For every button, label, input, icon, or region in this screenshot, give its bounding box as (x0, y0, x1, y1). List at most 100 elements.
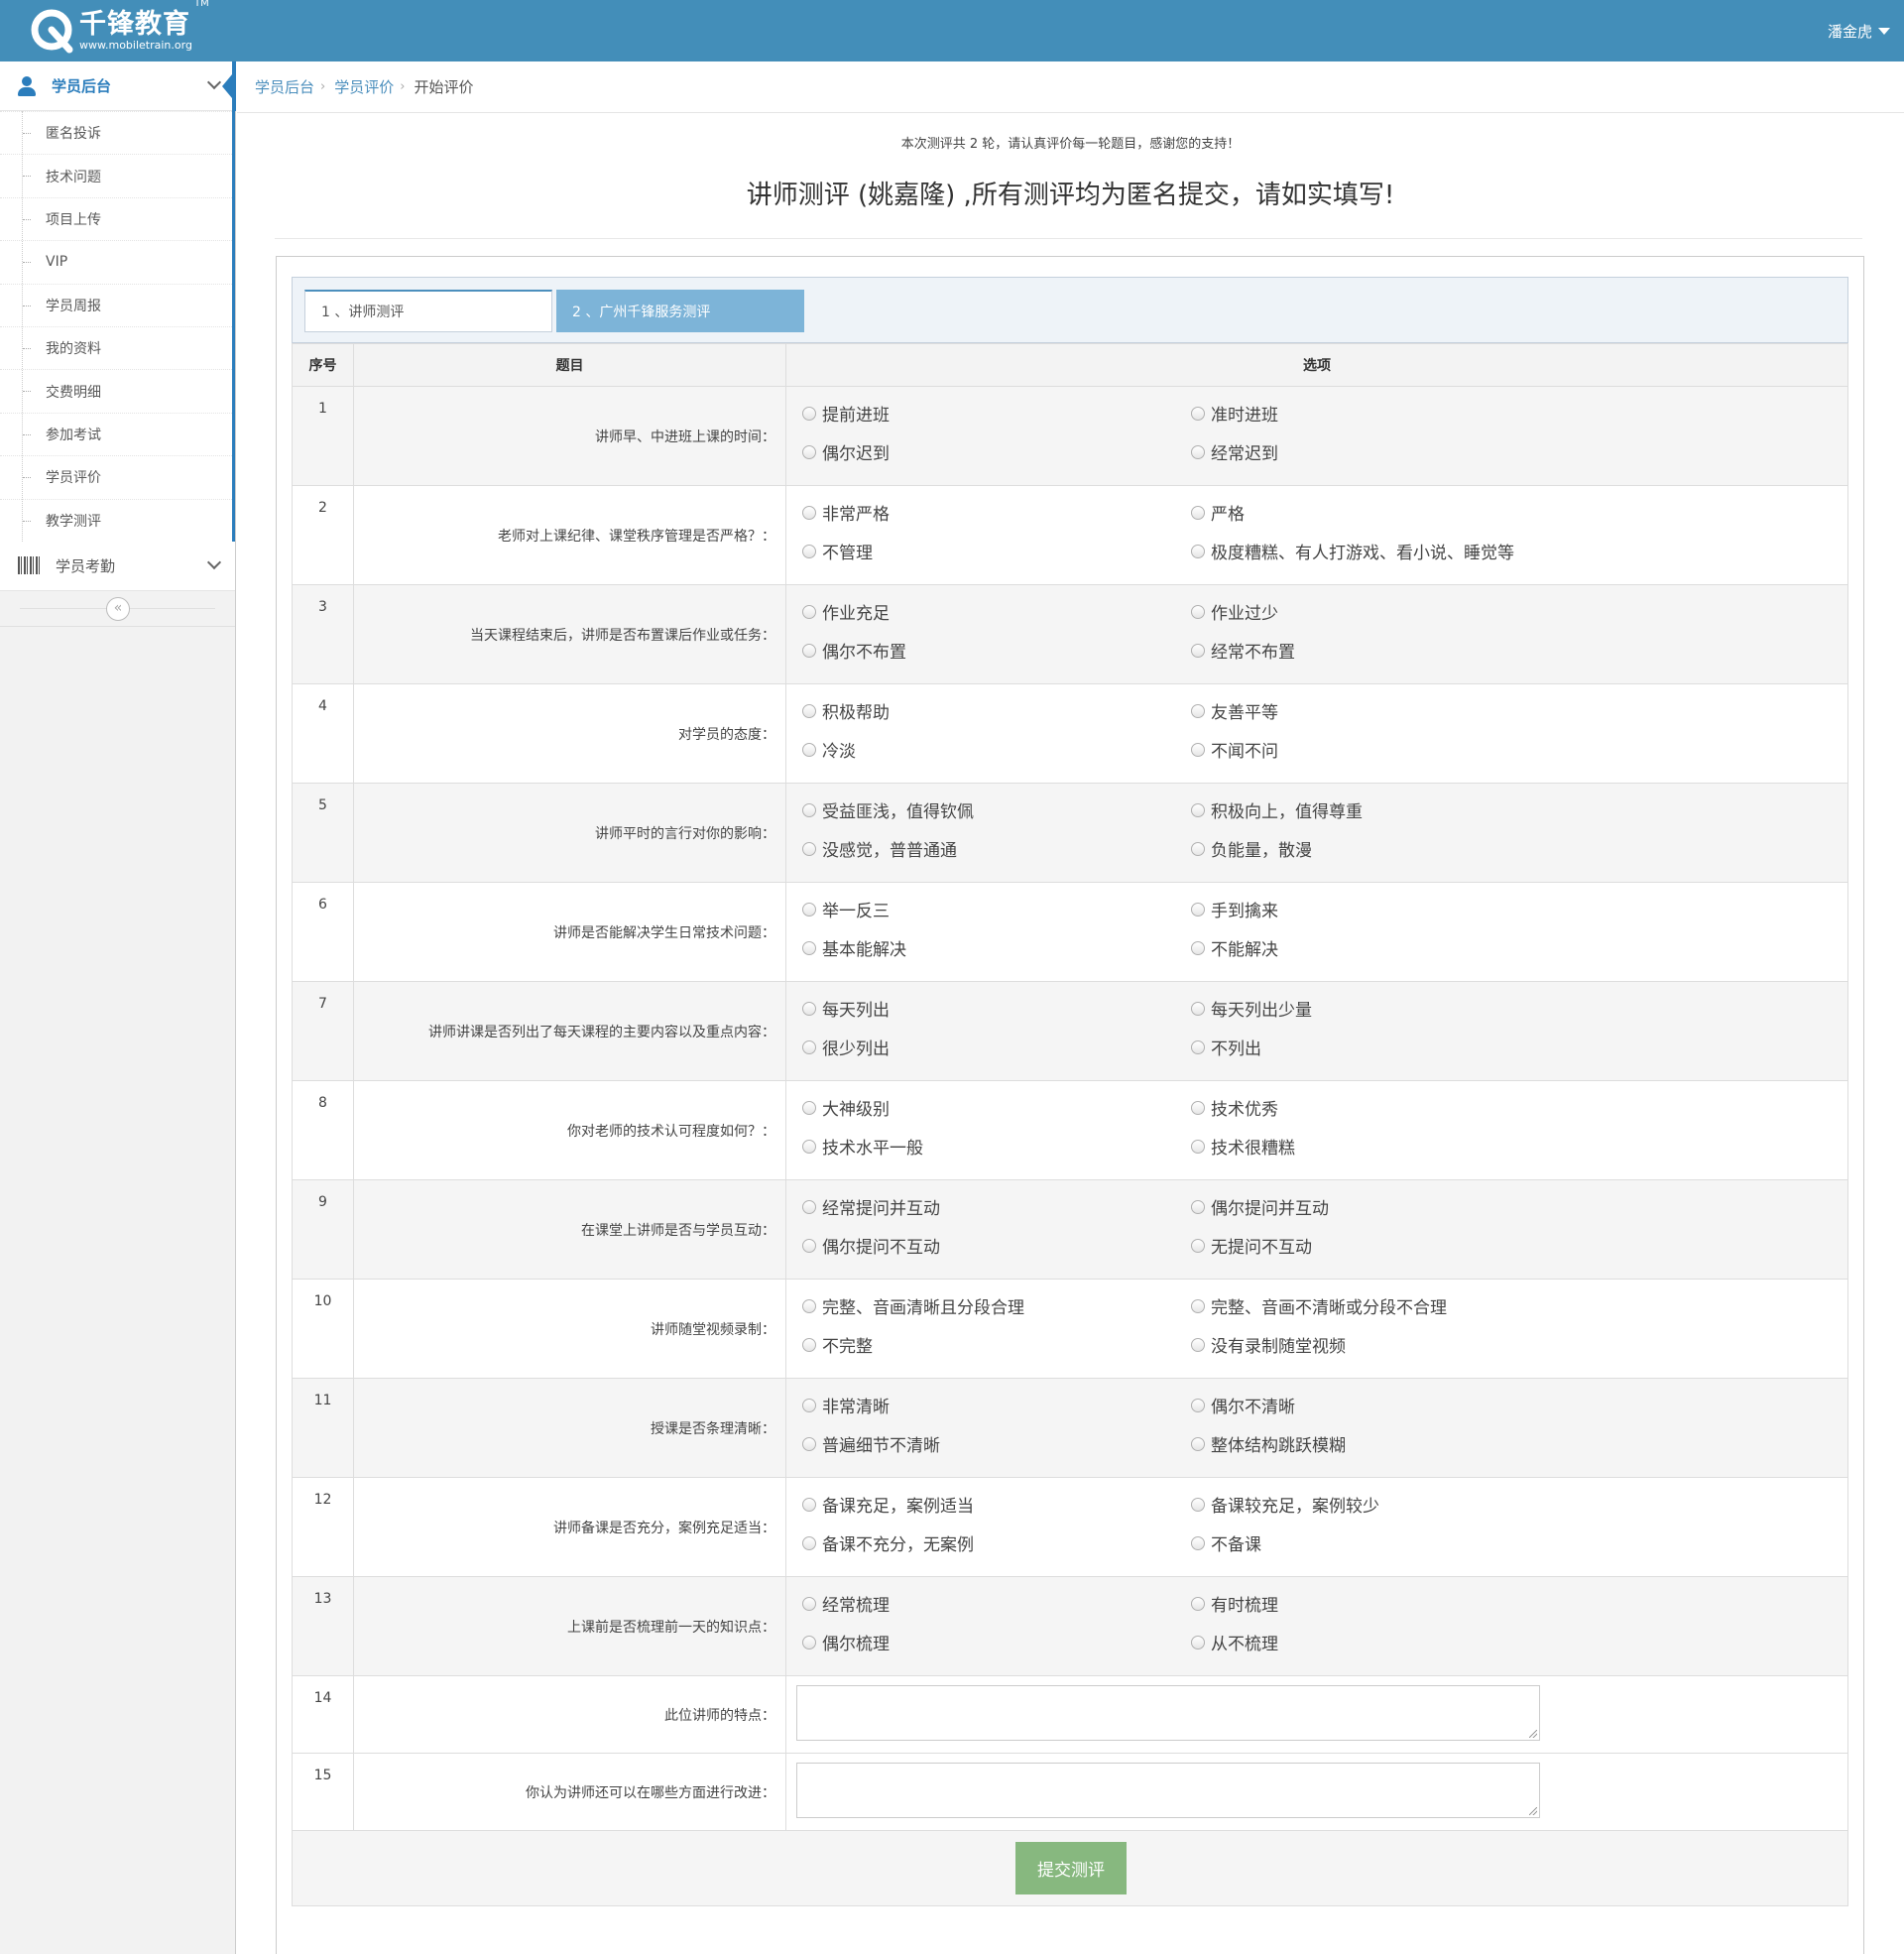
radio-button-icon[interactable] (1191, 643, 1205, 658)
sidebar-item-my-profile[interactable]: 我的资料 (0, 325, 232, 369)
option-radio[interactable]: 每天列出 (802, 994, 1191, 1023)
radio-button-icon[interactable] (1191, 1001, 1205, 1016)
radio-button-icon[interactable] (1191, 544, 1205, 558)
option-radio[interactable]: 不完整 (802, 1330, 1191, 1359)
option-radio[interactable]: 技术水平一般 (802, 1132, 1191, 1160)
option-radio[interactable]: 完整、音画清晰且分段合理 (802, 1291, 1191, 1320)
radio-button-icon[interactable] (1191, 802, 1205, 817)
radio-button-icon[interactable] (802, 544, 816, 558)
radio-button-icon[interactable] (802, 406, 816, 421)
radio-button-icon[interactable] (1191, 1100, 1205, 1115)
option-radio[interactable]: 不管理 (802, 537, 1191, 565)
option-radio[interactable]: 负能量，散漫 (1191, 834, 1580, 863)
radio-button-icon[interactable] (1191, 841, 1205, 856)
sidebar-item-weekly-report[interactable]: 学员周报 (0, 283, 232, 326)
radio-button-icon[interactable] (802, 802, 816, 817)
option-radio[interactable]: 无提问不互动 (1191, 1231, 1580, 1260)
tab-teacher-evaluation[interactable]: 1 、讲师测评 (304, 290, 552, 332)
sidebar-item-vip[interactable]: VIP (0, 240, 232, 283)
radio-button-icon[interactable] (1191, 940, 1205, 955)
user-menu[interactable]: 潘金虎 (1828, 21, 1890, 42)
option-radio[interactable]: 友善平等 (1191, 696, 1580, 725)
radio-button-icon[interactable] (802, 742, 816, 757)
radio-button-icon[interactable] (1191, 505, 1205, 520)
option-radio[interactable]: 非常严格 (802, 498, 1191, 527)
radio-button-icon[interactable] (1191, 1535, 1205, 1550)
radio-button-icon[interactable] (1191, 1436, 1205, 1451)
option-radio[interactable]: 受益匪浅，值得钦佩 (802, 795, 1191, 824)
option-radio[interactable]: 不备课 (1191, 1528, 1580, 1557)
sidebar-item-anonymous-complaint[interactable]: 匿名投诉 (0, 111, 232, 154)
option-radio[interactable]: 完整、音画不清晰或分段不合理 (1191, 1291, 1580, 1320)
option-radio[interactable]: 提前进班 (802, 399, 1191, 427)
option-radio[interactable]: 积极向上，值得尊重 (1191, 795, 1580, 824)
collapse-sidebar-icon[interactable]: « (106, 596, 130, 621)
option-radio[interactable]: 不闻不问 (1191, 735, 1580, 764)
sidebar-item-take-exam[interactable]: 参加考试 (0, 412, 232, 455)
option-radio[interactable]: 经常梳理 (802, 1589, 1191, 1618)
sidebar-group-attendance[interactable]: 学员考勤 (0, 541, 235, 591)
radio-button-icon[interactable] (802, 1039, 816, 1054)
radio-button-icon[interactable] (1191, 1337, 1205, 1352)
brand-logo[interactable]: 千锋教育 www.mobiletrain.org (30, 8, 192, 54)
radio-button-icon[interactable] (802, 1298, 816, 1313)
option-radio[interactable]: 偶尔不清晰 (1191, 1391, 1580, 1419)
option-radio[interactable]: 冷淡 (802, 735, 1191, 764)
option-radio[interactable]: 经常提问并互动 (802, 1192, 1191, 1221)
option-radio[interactable]: 非常清晰 (802, 1391, 1191, 1419)
radio-button-icon[interactable] (802, 1635, 816, 1649)
answer-textarea[interactable] (796, 1685, 1540, 1741)
radio-button-icon[interactable] (802, 604, 816, 619)
option-radio[interactable]: 备课较充足，案例较少 (1191, 1490, 1580, 1519)
sidebar-item-student-evaluation[interactable]: 学员评价 (0, 455, 232, 498)
radio-button-icon[interactable] (1191, 1596, 1205, 1611)
radio-button-icon[interactable] (802, 1337, 816, 1352)
radio-button-icon[interactable] (802, 1398, 816, 1412)
radio-button-icon[interactable] (802, 1535, 816, 1550)
option-radio[interactable]: 偶尔迟到 (802, 437, 1191, 466)
option-radio[interactable]: 偶尔提问并互动 (1191, 1192, 1580, 1221)
radio-button-icon[interactable] (802, 1596, 816, 1611)
radio-button-icon[interactable] (802, 841, 816, 856)
radio-button-icon[interactable] (1191, 406, 1205, 421)
option-radio[interactable]: 偶尔梳理 (802, 1628, 1191, 1656)
sidebar-item-tech-question[interactable]: 技术问题 (0, 154, 232, 196)
radio-button-icon[interactable] (1191, 1199, 1205, 1214)
radio-button-icon[interactable] (802, 505, 816, 520)
radio-button-icon[interactable] (1191, 703, 1205, 718)
option-radio[interactable]: 技术优秀 (1191, 1093, 1580, 1122)
radio-button-icon[interactable] (802, 444, 816, 459)
breadcrumb-home-link[interactable]: 学员后台 (255, 76, 314, 97)
radio-button-icon[interactable] (802, 940, 816, 955)
radio-button-icon[interactable] (802, 1238, 816, 1253)
option-radio[interactable]: 严格 (1191, 498, 1580, 527)
radio-button-icon[interactable] (1191, 1039, 1205, 1054)
option-radio[interactable]: 作业充足 (802, 597, 1191, 626)
option-radio[interactable]: 不能解决 (1191, 933, 1580, 962)
radio-button-icon[interactable] (802, 703, 816, 718)
option-radio[interactable]: 没感觉，普普通通 (802, 834, 1191, 863)
option-radio[interactable]: 偶尔提问不互动 (802, 1231, 1191, 1260)
option-radio[interactable]: 有时梳理 (1191, 1589, 1580, 1618)
radio-button-icon[interactable] (1191, 1298, 1205, 1313)
radio-button-icon[interactable] (1191, 1139, 1205, 1154)
option-radio[interactable]: 整体结构跳跃模糊 (1191, 1429, 1580, 1458)
sidebar-item-teaching-assessment[interactable]: 教学测评 (0, 498, 232, 542)
option-radio[interactable]: 经常迟到 (1191, 437, 1580, 466)
option-radio[interactable]: 备课不充分，无案例 (802, 1528, 1191, 1557)
breadcrumb-parent-link[interactable]: 学员评价 (334, 76, 394, 97)
submit-evaluation-button[interactable]: 提交测评 (1015, 1842, 1127, 1894)
radio-button-icon[interactable] (1191, 742, 1205, 757)
option-radio[interactable]: 不列出 (1191, 1033, 1580, 1061)
sidebar-item-project-upload[interactable]: 项目上传 (0, 196, 232, 240)
radio-button-icon[interactable] (1191, 1238, 1205, 1253)
radio-button-icon[interactable] (1191, 1398, 1205, 1412)
answer-textarea[interactable] (796, 1763, 1540, 1818)
option-radio[interactable]: 每天列出少量 (1191, 994, 1580, 1023)
option-radio[interactable]: 基本能解决 (802, 933, 1191, 962)
option-radio[interactable]: 没有录制随堂视频 (1191, 1330, 1580, 1359)
option-radio[interactable]: 备课充足，案例适当 (802, 1490, 1191, 1519)
sidebar-group-student-backend[interactable]: 学员后台 (0, 61, 236, 111)
tab-service-evaluation[interactable]: 2 、广州千锋服务测评 (556, 290, 804, 332)
radio-button-icon[interactable] (802, 1436, 816, 1451)
